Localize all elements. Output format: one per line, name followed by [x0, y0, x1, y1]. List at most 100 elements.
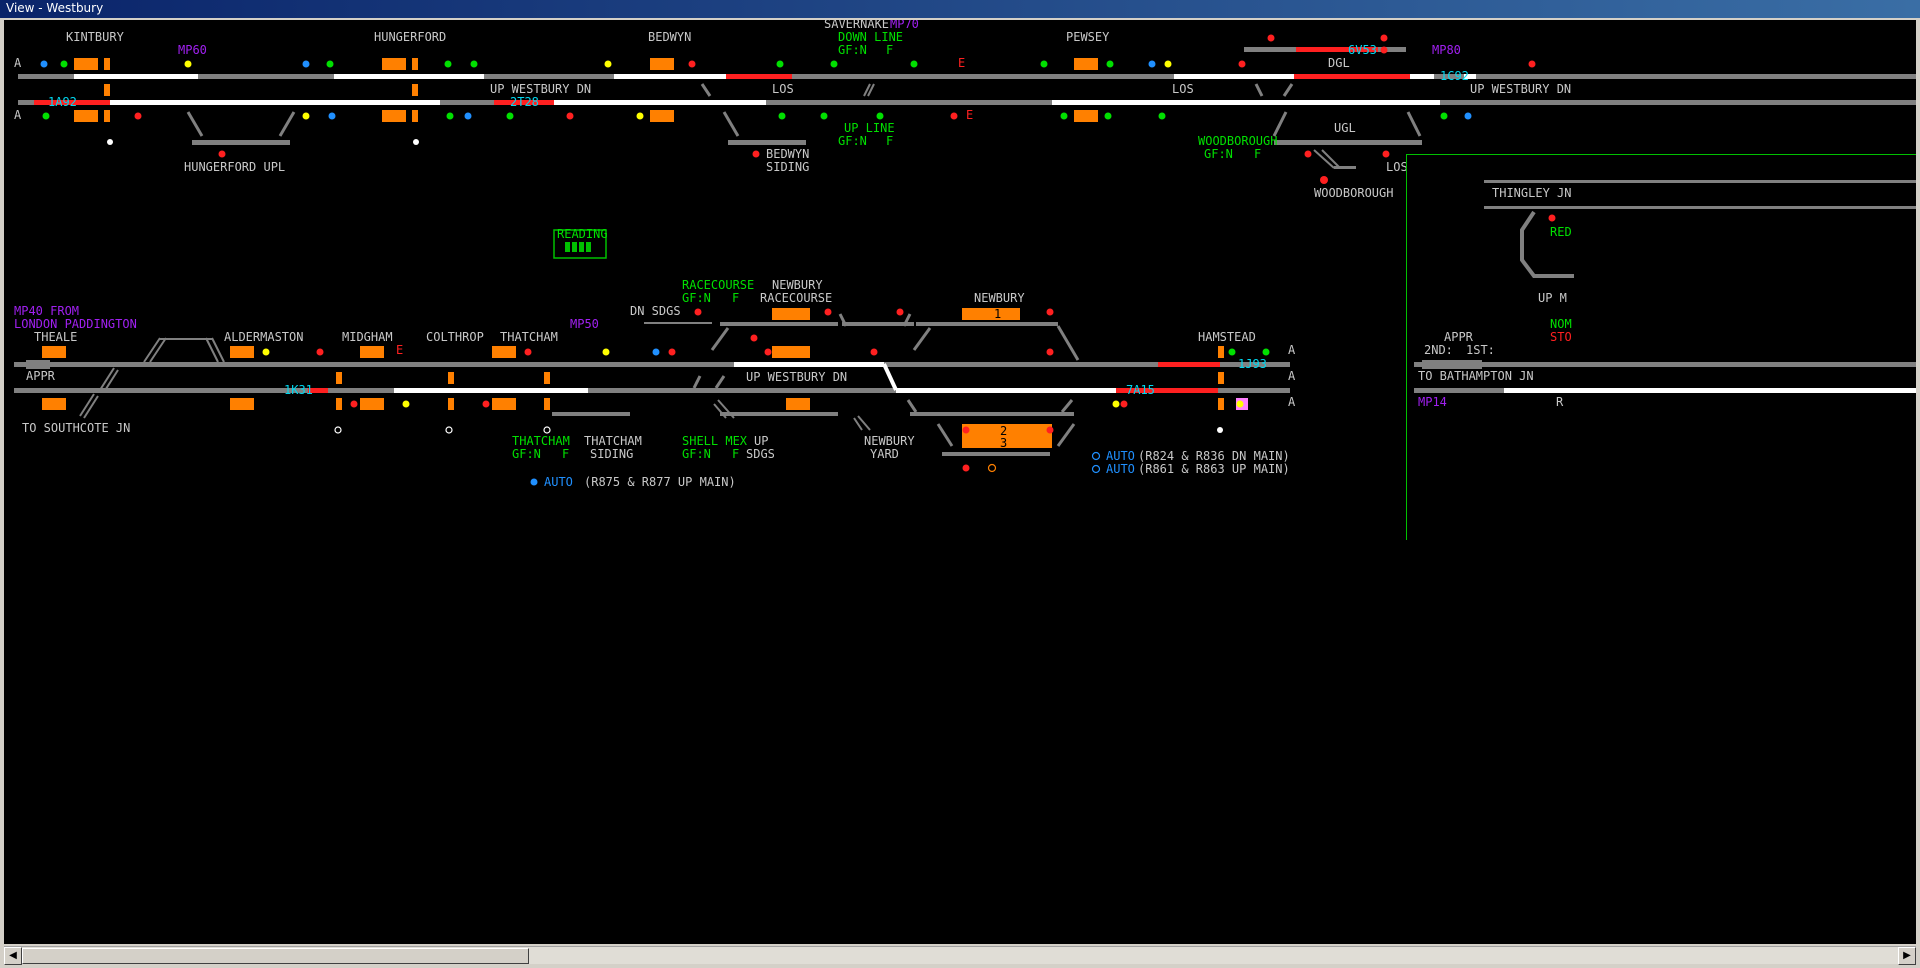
station-thingley: THINGLEY JN	[1492, 186, 1571, 200]
gf-down: GF:N	[838, 43, 867, 57]
newbury-yard-1: NEWBURY	[864, 434, 915, 448]
milepost-50: MP50	[570, 317, 599, 331]
window-titlebar: View - Westbury	[0, 0, 1920, 18]
gf-shell: GF:N	[682, 447, 711, 461]
platform-3: 3	[1000, 436, 1007, 450]
milepost-80: MP80	[1432, 43, 1461, 57]
shell-mex: SHELL MEX	[682, 434, 748, 448]
signal-e-bottom-row: E	[396, 343, 403, 357]
auto-1: (R875 & R877 UP MAIN)	[584, 475, 736, 489]
line-a-bottom: A	[14, 108, 22, 122]
newbury-race-1: NEWBURY	[772, 278, 823, 292]
loop-ugl: UGL	[1334, 121, 1356, 135]
station-hungerford: HUNGERFORD	[374, 30, 446, 44]
station-thatcham: THATCHAM	[500, 330, 558, 344]
station-theale: THEALE	[34, 330, 77, 344]
los-3: LOS	[1386, 160, 1408, 174]
up-sdgs-1: UP	[754, 434, 768, 448]
hungerford-upl: HUNGERFORD UPL	[184, 160, 285, 174]
scroll-left-icon[interactable]: ◀	[4, 947, 22, 965]
racecourse-gf: RACECOURSE	[682, 278, 754, 292]
headcode-1j93: 1J93	[1238, 357, 1267, 371]
label-nom: NOM	[1550, 317, 1572, 331]
a-right-2: A	[1288, 369, 1296, 383]
a-right-1: A	[1288, 343, 1296, 357]
platform-1: 1	[994, 307, 1001, 321]
newbury-yard-2: YARD	[870, 447, 899, 461]
station-newbury: NEWBURY	[974, 291, 1025, 305]
gf-wood: GF:N	[1204, 147, 1233, 161]
label-up-westbury-dn-1: UP WESTBURY DN	[490, 82, 591, 96]
thatcham-gf: THATCHAM	[512, 434, 570, 448]
bedwyn-siding-2: SIDING	[766, 160, 809, 174]
dn-sdgs: DN SDGS	[630, 304, 681, 318]
signal-e-top: E	[958, 56, 965, 70]
station-pewsey: PEWSEY	[1066, 30, 1110, 44]
london-paddington: LONDON PADDINGTON	[14, 317, 137, 331]
auto-3: (R861 & R863 UP MAIN)	[1138, 462, 1290, 476]
thatcham-siding-2: SIDING	[590, 447, 633, 461]
headcode-7a15: 7A15	[1126, 383, 1155, 397]
up-sdgs-2: SDGS	[746, 447, 775, 461]
gf-thatch: GF:N	[512, 447, 541, 461]
first-label: 1ST:	[1466, 343, 1495, 357]
milepost-60: MP60	[178, 43, 207, 57]
station-hamstead: HAMSTEAD	[1198, 330, 1256, 344]
auto-2: (R824 & R836 DN MAIN)	[1138, 449, 1290, 463]
label-up-westbury-dn-3: UP WESTBURY DN	[746, 370, 847, 384]
reading-panel[interactable]: READING	[553, 227, 608, 259]
station-midgham: MIDGHAM	[342, 330, 393, 344]
gf-up: GF:N	[838, 134, 867, 148]
horizontal-scrollbar[interactable]: ◀ ▶	[4, 946, 1916, 965]
label-sto: STO	[1550, 330, 1572, 344]
los-2: LOS	[1172, 82, 1194, 96]
a-right-3: A	[1288, 395, 1296, 409]
line-a-top: A	[14, 56, 22, 70]
auto-label-3: AUTO	[1106, 462, 1135, 476]
label-up-westbury-dn-2: UP WESTBURY DN	[1470, 82, 1571, 96]
second-label: 2ND:	[1424, 343, 1453, 357]
track-diagram: KINTBURY HUNGERFORD BEDWYN SAVERNAKE MP7…	[14, 20, 1916, 540]
thatcham-siding-1: THATCHAM	[584, 434, 642, 448]
station-colthrop: COLTHROP	[426, 330, 484, 344]
f-thatch: F	[562, 447, 569, 461]
signal-e-bottom: E	[966, 108, 973, 122]
headcode-6v53: 6V53	[1348, 43, 1377, 57]
station-bedwyn: BEDWYN	[648, 30, 691, 44]
auto-label-1: AUTO	[544, 475, 573, 489]
appr-right: APPR	[1444, 330, 1474, 344]
down-line-label: DOWN LINE	[838, 30, 903, 44]
los-1: LOS	[772, 82, 794, 96]
reading-label: READING	[557, 227, 608, 241]
signalling-canvas[interactable]: KINTBURY HUNGERFORD BEDWYN SAVERNAKE MP7…	[4, 20, 1916, 944]
headcode-1c92: 1C92	[1440, 69, 1469, 83]
label-red: RED	[1550, 225, 1572, 239]
newbury-race-2: RACECOURSE	[760, 291, 832, 305]
milepost-40: MP40 FROM	[14, 304, 79, 318]
auto-label-2: AUTO	[1106, 449, 1135, 463]
bedwyn-siding-1: BEDWYN	[766, 147, 809, 161]
woodborough-gf: WOODBOROUGH	[1198, 134, 1277, 148]
milepost-14: MP14	[1418, 395, 1447, 409]
appr-left: APPR	[26, 369, 56, 383]
station-kintbury: KINTBURY	[66, 30, 125, 44]
station-woodborough: WOODBOROUGH	[1314, 186, 1393, 200]
scroll-right-icon[interactable]: ▶	[1898, 947, 1916, 965]
up-line-label: UP LINE	[844, 121, 895, 135]
scroll-thumb[interactable]	[22, 948, 529, 964]
f-up: F	[886, 134, 893, 148]
to-bathampton: TO BATHAMPTON JN	[1418, 369, 1534, 383]
station-aldermaston: ALDERMASTON	[224, 330, 303, 344]
label-r: R	[1556, 395, 1564, 409]
gf-race: GF:N	[682, 291, 711, 305]
f-shell: F	[732, 447, 739, 461]
loop-dgl: DGL	[1328, 56, 1350, 70]
headcode-1k31: 1K31	[284, 383, 313, 397]
headcode-2t28: 2T28	[510, 95, 539, 109]
to-southcote: TO SOUTHCOTE JN	[22, 421, 130, 435]
headcode-1a92: 1A92	[48, 95, 77, 109]
f-down: F	[886, 43, 893, 57]
label-up-m: UP M	[1538, 291, 1567, 305]
f-wood: F	[1254, 147, 1261, 161]
window-title: View - Westbury	[6, 1, 104, 15]
